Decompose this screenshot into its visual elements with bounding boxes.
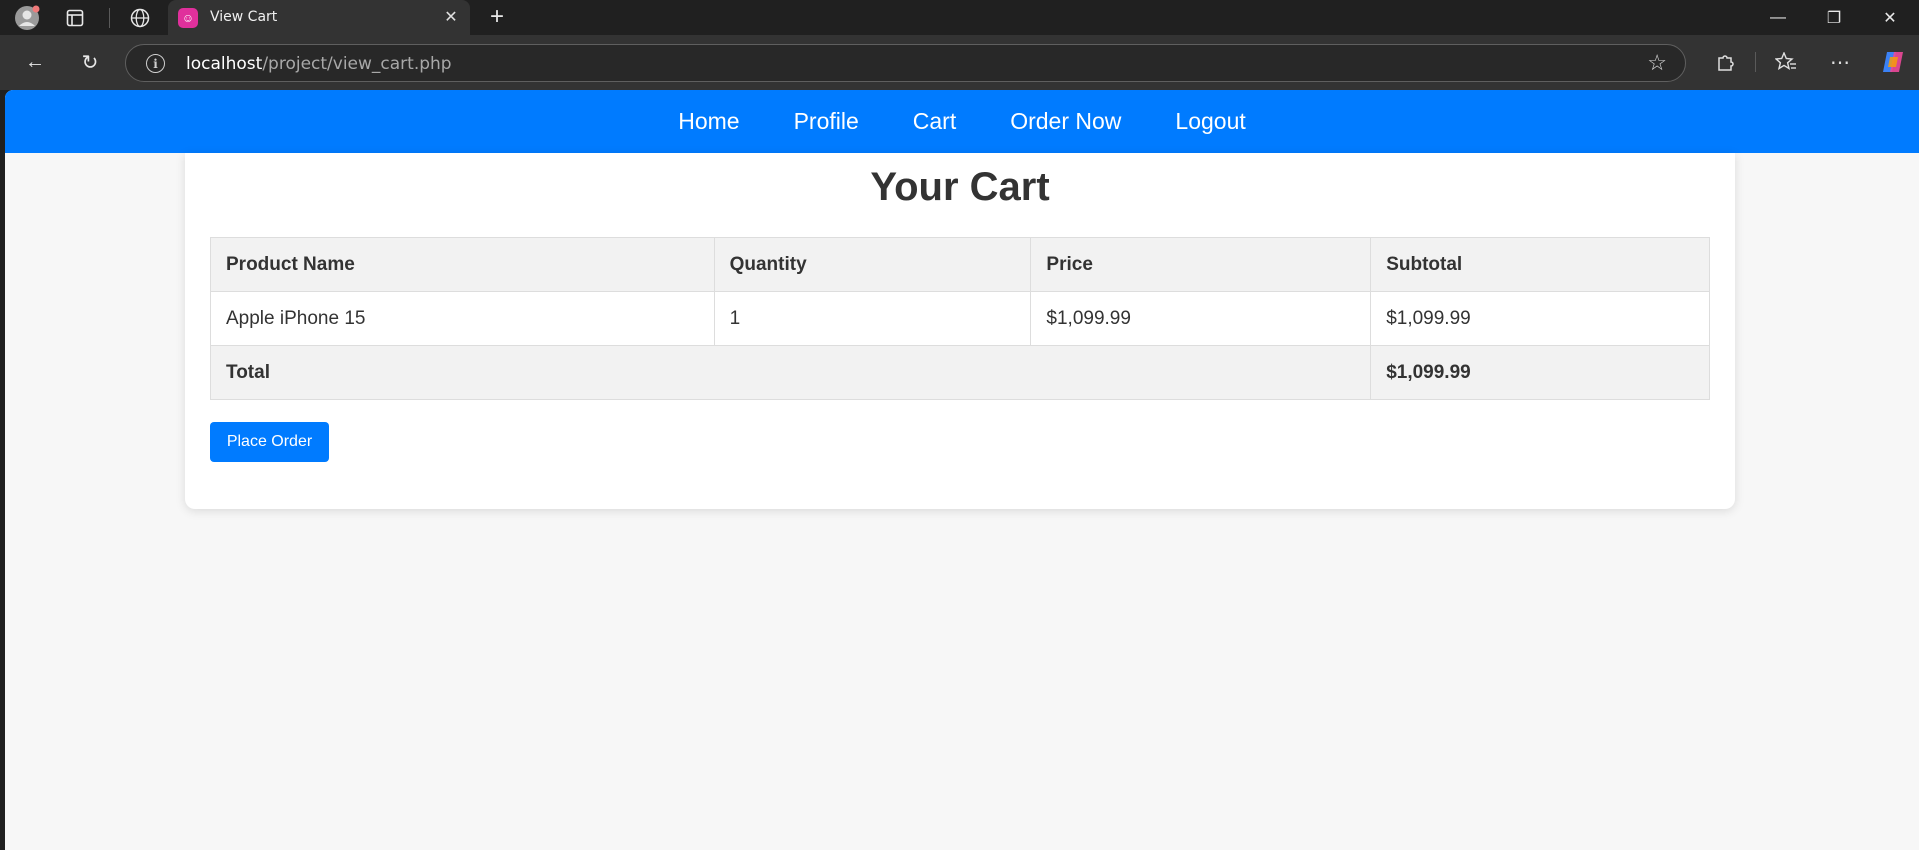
url-host: localhost [186, 54, 263, 74]
place-order-button[interactable]: Place Order [210, 422, 329, 462]
favorites-icon[interactable] [1771, 47, 1801, 77]
globe-icon[interactable] [127, 5, 153, 31]
site-navbar: Home Profile Cart Order Now Logout [5, 90, 1919, 153]
page-title: Your Cart [870, 165, 1050, 209]
table-row: Apple iPhone 15 1 $1,099.99 $1,099.99 [210, 291, 1710, 346]
tab-view-cart[interactable]: ☺ View Cart ✕ [168, 0, 470, 35]
url-path: /project/view_cart.php [262, 54, 452, 74]
copilot-icon[interactable] [1878, 47, 1908, 77]
column-header-product-name: Product Name [210, 237, 715, 292]
total-label: Total [209, 345, 1372, 400]
nav-link-logout[interactable]: Logout [1175, 108, 1245, 135]
tab-separator [109, 8, 110, 28]
cell-product-name: Apple iPhone 15 [210, 291, 715, 346]
nav-link-home[interactable]: Home [678, 108, 739, 135]
profile-avatar-icon[interactable] [14, 5, 40, 31]
minimize-icon[interactable]: — [1750, 0, 1806, 35]
nav-link-profile[interactable]: Profile [794, 108, 859, 135]
back-arrow-icon[interactable]: ← [20, 47, 50, 77]
cell-subtotal: $1,099.99 [1370, 291, 1710, 346]
cart-table: Product Name Quantity Price Subtotal App… [209, 237, 1710, 400]
reload-icon[interactable]: ↻ [75, 47, 105, 77]
column-header-quantity: Quantity [713, 237, 1032, 292]
table-header-row: Product Name Quantity Price Subtotal [210, 237, 1710, 292]
column-header-price: Price [1030, 237, 1372, 292]
toolbar-separator [1755, 52, 1756, 72]
page-viewport: Home Profile Cart Order Now Logout Your … [5, 90, 1919, 850]
tab-favicon-icon: ☺ [178, 8, 198, 28]
tab-actions-icon[interactable] [62, 5, 88, 31]
extensions-icon[interactable] [1710, 47, 1740, 77]
nav-link-cart[interactable]: Cart [913, 108, 956, 135]
window-close-icon[interactable]: ✕ [1862, 0, 1918, 35]
total-value: $1,099.99 [1370, 345, 1710, 400]
more-options-icon[interactable]: ⋯ [1825, 47, 1855, 77]
column-header-subtotal: Subtotal [1370, 237, 1710, 292]
browser-tab-bar: ☺ View Cart ✕ + — ❐ ✕ [0, 0, 1919, 35]
restore-icon[interactable]: ❐ [1806, 0, 1862, 35]
nav-link-order-now[interactable]: Order Now [1010, 108, 1121, 135]
total-row: Total $1,099.99 [209, 345, 1710, 400]
url-text[interactable]: localhost/project/view_cart.php [186, 54, 452, 74]
info-icon[interactable]: i [146, 54, 165, 73]
browser-toolbar: ← ↻ i localhost/project/view_cart.php ☆ … [0, 35, 1919, 90]
new-tab-icon[interactable]: + [484, 3, 510, 30]
cart-card: Your Cart Product Name Quantity Price Su… [185, 153, 1735, 509]
address-bar[interactable]: i localhost/project/view_cart.php ☆ [125, 44, 1686, 82]
cell-price: $1,099.99 [1030, 291, 1372, 346]
favorite-star-icon[interactable]: ☆ [1647, 50, 1667, 76]
close-icon[interactable]: ✕ [440, 6, 462, 28]
tab-title: View Cart [210, 9, 278, 25]
cell-quantity: 1 [713, 291, 1032, 346]
